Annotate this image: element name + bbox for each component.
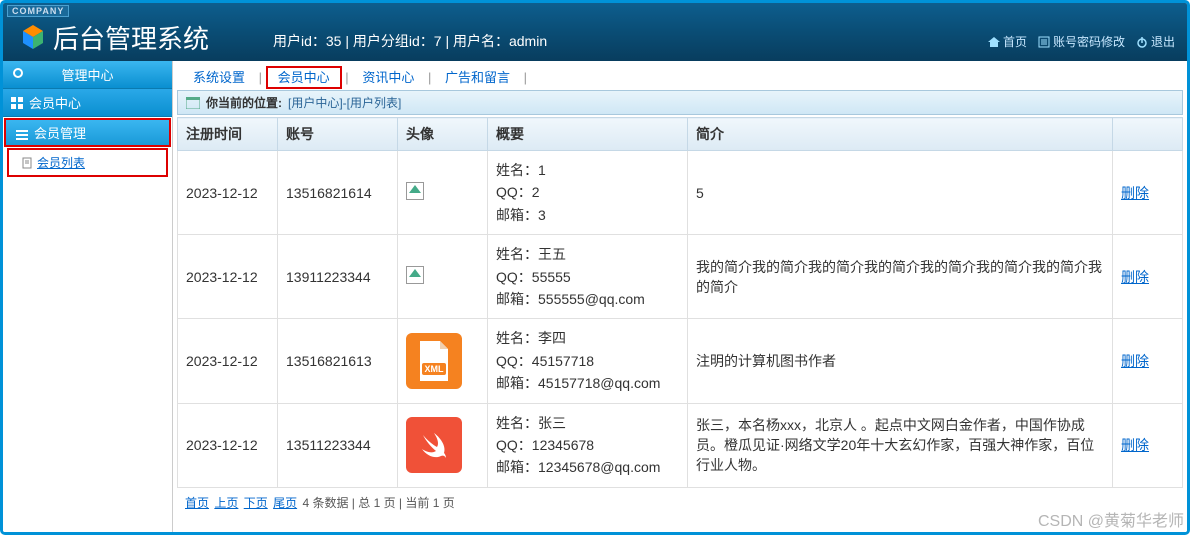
sidebar-section-members[interactable]: 会员中心: [3, 89, 172, 117]
sidebar-section-label: 会员中心: [29, 93, 81, 112]
cell-action: 删除: [1113, 235, 1183, 319]
col-summary: 概要: [488, 118, 688, 151]
window-icon: [186, 97, 200, 109]
cell-summary: 姓名：张三QQ：12345678邮箱：12345678@qq.com: [488, 403, 688, 487]
delete-link[interactable]: 删除: [1121, 185, 1149, 201]
cell-avatar: XML: [398, 319, 488, 403]
breadcrumb: 你当前的位置: [用户中心]-[用户列表]: [177, 90, 1183, 115]
cell-date: 2023-12-12: [178, 151, 278, 235]
password-link[interactable]: 账号密码修改: [1033, 33, 1129, 50]
cell-account: 13511223344: [278, 403, 398, 487]
circle-icon: [13, 68, 23, 78]
cell-summary: 姓名：1QQ：2邮箱：3: [488, 151, 688, 235]
cell-date: 2023-12-12: [178, 403, 278, 487]
table-row: 2023-12-1213516821613 XML 姓名：李四QQ：45157718…: [178, 319, 1183, 403]
pager-next[interactable]: 下页: [244, 496, 268, 510]
sidebar-title: 管理中心: [3, 61, 172, 89]
app-title: 后台管理系统: [53, 19, 209, 56]
home-link[interactable]: 首页: [983, 33, 1031, 50]
sidebar-item-member-list[interactable]: 会员列表: [7, 148, 168, 177]
pager-last[interactable]: 尾页: [273, 496, 297, 510]
home-label: 首页: [1003, 33, 1027, 50]
password-label: 账号密码修改: [1053, 33, 1125, 50]
sidebar-item-link[interactable]: 会员列表: [37, 154, 85, 171]
tab-ads[interactable]: 广告和留言: [435, 68, 520, 87]
logo-icon: [19, 23, 47, 51]
cell-date: 2023-12-12: [178, 319, 278, 403]
cell-avatar: [398, 151, 488, 235]
table-row: 2023-12-1213516821614 姓名：1QQ：2邮箱：35 删除: [178, 151, 1183, 235]
sidebar-title-text: 管理中心: [61, 68, 113, 83]
tab-sep: |: [428, 70, 431, 85]
cell-intro: 我的简介我的简介我的简介我的简介我的简介我的简介我的简介我的简介: [688, 235, 1113, 319]
col-action: [1113, 118, 1183, 151]
cell-action: 删除: [1113, 151, 1183, 235]
cell-intro: 5: [688, 151, 1113, 235]
cell-account: 13516821613: [278, 319, 398, 403]
delete-link[interactable]: 删除: [1121, 353, 1149, 369]
member-table: 注册时间 账号 头像 概要 简介 2023-12-1213516821614姓名…: [177, 117, 1183, 488]
cell-summary: 姓名：王五QQ：55555邮箱：555555@qq.com: [488, 235, 688, 319]
tab-bar: 系统设置 | 会员中心 | 资讯中心 | 广告和留言 |: [177, 63, 1183, 90]
cell-date: 2023-12-12: [178, 235, 278, 319]
tab-sep: |: [345, 70, 348, 85]
tab-sep: |: [259, 70, 262, 85]
cell-action: 删除: [1113, 319, 1183, 403]
cell-account: 13516821614: [278, 151, 398, 235]
cell-intro: 张三，本名杨xxx，北京人 。起点中文网白金作者，中国作协成员。橙瓜见证·网络文…: [688, 403, 1113, 487]
grid-icon: [11, 97, 23, 109]
table-row: 2023-12-1213511223344 姓名：张三QQ：12345678邮箱：…: [178, 403, 1183, 487]
pager-info: 4 条数据 | 总 1 页 | 当前 1 页: [302, 496, 454, 510]
tab-sep: |: [524, 70, 527, 85]
broken-image-icon: [406, 182, 424, 200]
cell-avatar: [398, 235, 488, 319]
swift-icon: [406, 417, 462, 473]
pager-prev[interactable]: 上页: [214, 496, 238, 510]
user-info: 用户id：35 | 用户分组id：7 | 用户名：admin: [273, 31, 547, 51]
breadcrumb-label: 你当前的位置:: [206, 94, 282, 111]
logout-label: 退出: [1151, 33, 1175, 50]
col-regtime: 注册时间: [178, 118, 278, 151]
content: 系统设置 | 会员中心 | 资讯中心 | 广告和留言 | 你当前的位置: [用户…: [173, 61, 1187, 532]
col-avatar: 头像: [398, 118, 488, 151]
tab-news[interactable]: 资讯中心: [352, 68, 424, 87]
xml-file-icon: XML: [406, 333, 462, 389]
col-account: 账号: [278, 118, 398, 151]
power-icon: [1135, 35, 1149, 49]
svg-text:XML: XML: [425, 364, 445, 374]
home-icon: [987, 35, 1001, 49]
pager-first[interactable]: 首页: [185, 496, 209, 510]
cell-action: 删除: [1113, 403, 1183, 487]
sidebar-subhead-label: 会员管理: [34, 123, 86, 142]
list-icon: [1037, 35, 1051, 49]
breadcrumb-path: [用户中心]-[用户列表]: [288, 94, 401, 111]
tab-system[interactable]: 系统设置: [183, 68, 255, 87]
header-actions: 首页 账号密码修改 退出: [983, 33, 1179, 50]
pager: 首页 上页 下页 尾页 4 条数据 | 总 1 页 | 当前 1 页: [177, 488, 1183, 517]
col-intro: 简介: [688, 118, 1113, 151]
doc-icon: [21, 157, 33, 169]
cell-avatar: [398, 403, 488, 487]
sidebar: 管理中心 会员中心 会员管理 会员列表: [3, 61, 173, 532]
broken-image-icon: [406, 266, 424, 284]
company-badge: COMPANY: [7, 5, 69, 17]
logout-link[interactable]: 退出: [1131, 33, 1179, 50]
delete-link[interactable]: 删除: [1121, 437, 1149, 453]
table-row: 2023-12-1213911223344 姓名：王五QQ：55555邮箱：555…: [178, 235, 1183, 319]
sidebar-subhead-member-mgmt[interactable]: 会员管理: [4, 118, 171, 147]
tab-members[interactable]: 会员中心: [266, 66, 342, 89]
header: COMPANY 后台管理系统 用户id：35 | 用户分组id：7 | 用户名：…: [3, 3, 1187, 61]
cell-account: 13911223344: [278, 235, 398, 319]
delete-link[interactable]: 删除: [1121, 269, 1149, 285]
bars-icon: [16, 128, 28, 138]
cell-intro: 注明的计算机图书作者: [688, 319, 1113, 403]
cell-summary: 姓名：李四QQ：45157718邮箱：45157718@qq.com: [488, 319, 688, 403]
